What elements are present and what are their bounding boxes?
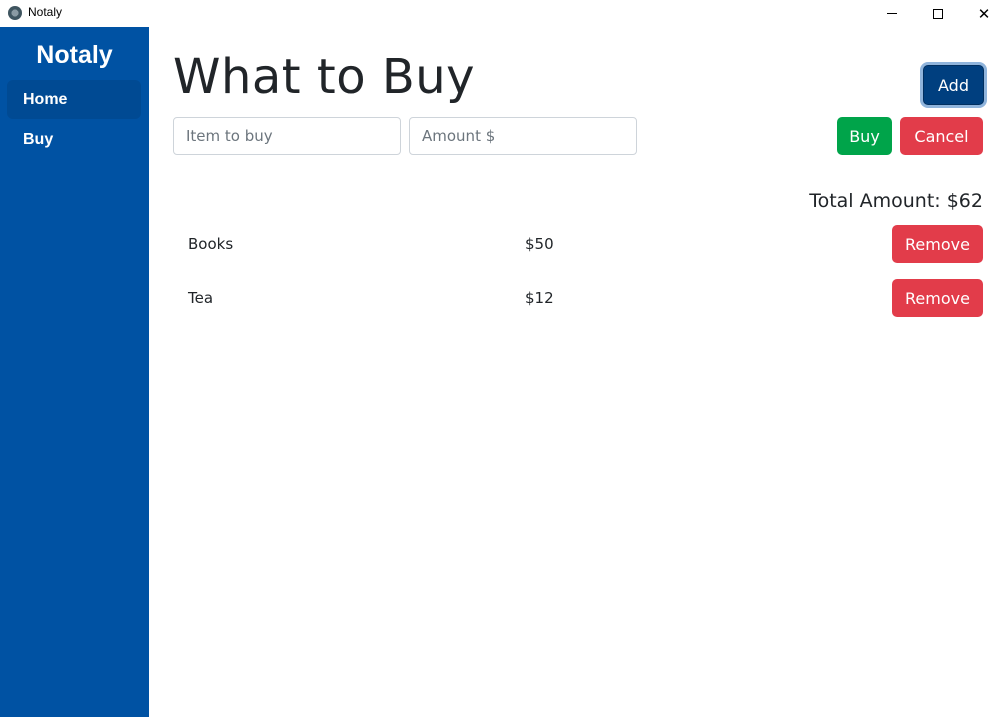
sidebar-item-home[interactable]: Home [7, 80, 141, 119]
list-item: Books $50 Remove [173, 225, 983, 263]
item-name: Books [188, 235, 234, 253]
total-amount: Total Amount: $62 [809, 190, 983, 212]
window-titlebar: Notaly ✕ [0, 0, 1007, 27]
maximize-icon [933, 8, 943, 19]
item-amount: $50 [525, 235, 554, 253]
minimize-button[interactable] [869, 0, 915, 27]
cancel-button[interactable]: Cancel [900, 117, 983, 155]
add-button[interactable]: Add [923, 65, 984, 105]
close-icon: ✕ [977, 4, 991, 23]
sidebar-item-buy[interactable]: Buy [7, 120, 141, 159]
sidebar-item-label: Buy [23, 131, 54, 148]
item-to-buy-input[interactable] [173, 117, 401, 155]
list-item: Tea $12 Remove [173, 279, 983, 317]
item-name: Tea [188, 289, 214, 307]
window-title: Notaly [28, 5, 63, 19]
page-title: What to Buy [173, 49, 476, 105]
brand-title: Notaly [36, 41, 113, 69]
sidebar-item-label: Home [23, 91, 68, 108]
buy-button[interactable]: Buy [837, 117, 892, 155]
sidebar: Notaly Home Buy [0, 27, 149, 717]
item-amount: $12 [525, 289, 554, 307]
remove-button[interactable]: Remove [892, 279, 983, 317]
maximize-button[interactable] [915, 0, 961, 27]
amount-input[interactable] [409, 117, 637, 155]
close-button[interactable]: ✕ [961, 0, 1007, 27]
minimize-icon [887, 13, 897, 14]
app-logo-icon [8, 6, 22, 20]
remove-button[interactable]: Remove [892, 225, 983, 263]
